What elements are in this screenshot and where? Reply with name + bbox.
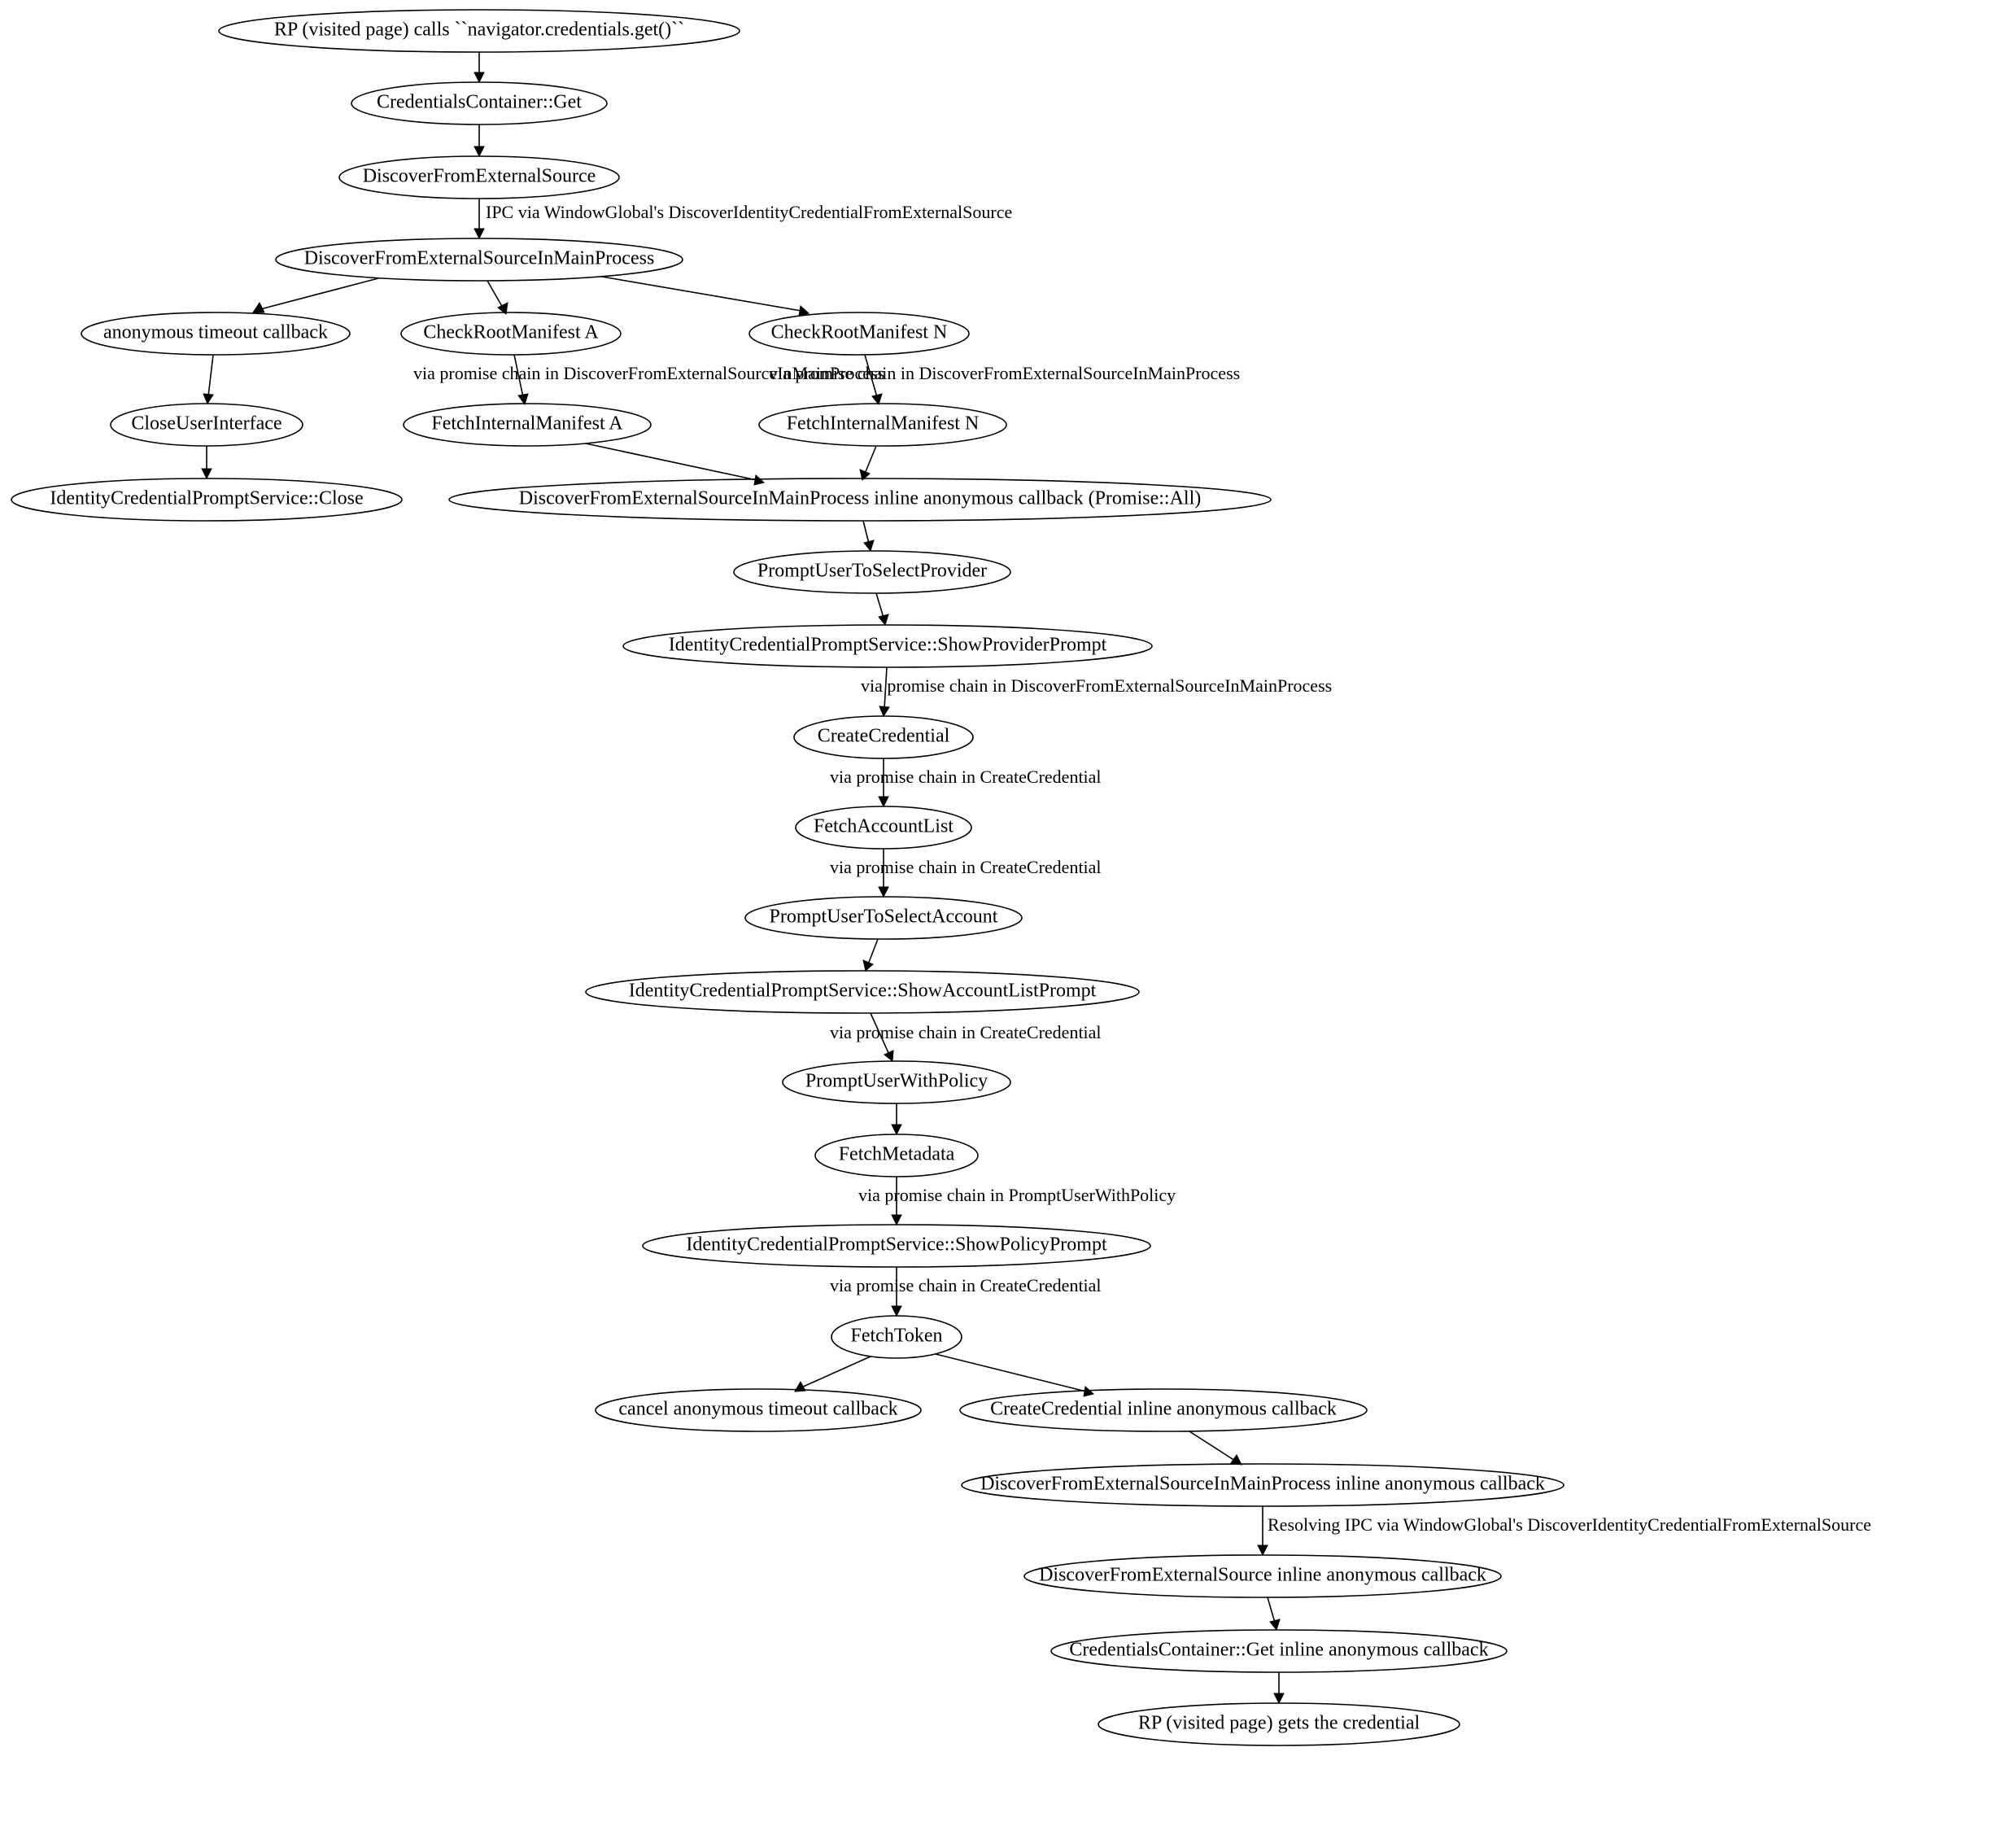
diagram-node: DiscoverFromExternalSourceInMainProcess xyxy=(276,238,683,281)
diagram-node: FetchAccountList xyxy=(796,806,971,849)
node-label: RP (visited page) calls ``navigator.cred… xyxy=(274,20,684,41)
edge: via promise chain in DiscoverFromExterna… xyxy=(769,355,1240,404)
diagram-node: FetchInternalManifest N xyxy=(759,404,1006,446)
edge xyxy=(203,355,213,404)
diagram-node: DiscoverFromExternalSourceInMainProcess … xyxy=(449,478,1271,521)
diagram-node: CloseUserInterface xyxy=(111,404,303,446)
edge xyxy=(863,521,874,551)
edge: IPC via WindowGlobal's DiscoverIdentityC… xyxy=(474,199,1012,238)
diagram-node: RP (visited page) gets the credential xyxy=(1098,1703,1460,1745)
edge-label: IPC via WindowGlobal's DiscoverIdentityC… xyxy=(486,202,1012,222)
node-label: IdentityCredentialPromptService::ShowPro… xyxy=(669,635,1107,656)
diagram-node: FetchInternalManifest A xyxy=(404,404,651,446)
diagram-node: cancel anonymous timeout callback xyxy=(596,1389,921,1431)
edge xyxy=(487,281,508,314)
edge xyxy=(474,125,484,156)
node-label: PromptUserWithPolicy xyxy=(805,1071,988,1092)
edge xyxy=(863,939,878,971)
node-label: CheckRootManifest N xyxy=(771,322,948,343)
diagram-node: CredentialsContainer::Get xyxy=(351,82,607,125)
diagram-node: CredentialsContainer::Get inline anonymo… xyxy=(1051,1630,1507,1672)
node-label: cancel anonymous timeout callback xyxy=(618,1399,897,1420)
edge xyxy=(1189,1431,1242,1465)
node-label: FetchToken xyxy=(851,1326,943,1347)
diagram-node: CreateCredential inline anonymous callba… xyxy=(960,1389,1367,1431)
edge-label: Resolving IPC via WindowGlobal's Discove… xyxy=(1268,1514,1871,1535)
node-label: DiscoverFromExternalSource xyxy=(363,166,596,187)
diagram-node: RP (visited page) calls ``navigator.cred… xyxy=(219,10,740,52)
node-label: PromptUserToSelectAccount xyxy=(770,907,998,928)
node-label: FetchInternalManifest N xyxy=(787,413,980,435)
edge: via promise chain in CreateCredential xyxy=(830,1013,1102,1061)
diagram-node: DiscoverFromExternalSource xyxy=(339,156,619,199)
diagram-node: anonymous timeout callback xyxy=(81,312,350,355)
node-label: IdentityCredentialPromptService::Close xyxy=(50,488,363,509)
node-label: FetchAccountList xyxy=(814,816,954,837)
diagram-node: IdentityCredentialPromptService::ShowAcc… xyxy=(586,971,1139,1013)
edge-label: via promise chain in DiscoverFromExterna… xyxy=(769,363,1240,383)
edge-label: via promise chain in DiscoverFromExterna… xyxy=(861,675,1332,696)
edge xyxy=(253,278,378,312)
edge-label: via promise chain in CreateCredential xyxy=(830,767,1102,787)
edge-label: via promise chain in PromptUserWithPolic… xyxy=(858,1185,1176,1205)
edge: via promise chain in DiscoverFromExterna… xyxy=(861,667,1332,716)
diagram-node: IdentityCredentialPromptService::Close xyxy=(11,478,402,521)
edge: via promise chain in PromptUserWithPolic… xyxy=(858,1177,1176,1225)
edge: via promise chain in CreateCredential xyxy=(830,849,1102,897)
edge xyxy=(202,446,212,478)
diagram-node: PromptUserToSelectProvider xyxy=(734,551,1010,593)
edge xyxy=(1268,1597,1280,1630)
edge xyxy=(602,277,809,316)
edge-label: via promise chain in CreateCredential xyxy=(830,1275,1102,1295)
node-label: CreateCredential inline anonymous callba… xyxy=(990,1399,1337,1420)
node-label: DiscoverFromExternalSourceInMainProcess xyxy=(304,248,655,269)
diagram-node: FetchMetadata xyxy=(815,1134,978,1177)
diagram-node: DiscoverFromExternalSourceInMainProcess … xyxy=(962,1464,1564,1506)
diagram-node: CreateCredential xyxy=(794,716,973,758)
edge xyxy=(474,52,484,82)
diagram-node: CheckRootManifest A xyxy=(401,312,621,355)
edge xyxy=(936,1354,1093,1396)
node-label: CredentialsContainer::Get xyxy=(377,92,582,113)
edge: Resolving IPC via WindowGlobal's Discove… xyxy=(1258,1506,1871,1555)
node-label: RP (visited page) gets the credential xyxy=(1138,1713,1420,1734)
edge-label: via promise chain in CreateCredential xyxy=(830,857,1102,877)
node-label: CredentialsContainer::Get inline anonymo… xyxy=(1069,1640,1488,1661)
node-label: CheckRootManifest A xyxy=(423,322,599,343)
node-label: DiscoverFromExternalSourceInMainProcess … xyxy=(980,1474,1545,1495)
node-label: IdentityCredentialPromptService::ShowAcc… xyxy=(629,981,1097,1002)
node-label: IdentityCredentialPromptService::ShowPol… xyxy=(686,1234,1107,1256)
edge: via promise chain in CreateCredential xyxy=(830,1267,1102,1316)
node-label: anonymous timeout callback xyxy=(103,322,328,343)
edge xyxy=(892,1103,901,1134)
diagram-node: IdentityCredentialPromptService::ShowPro… xyxy=(623,625,1152,667)
node-label: FetchMetadata xyxy=(839,1144,955,1165)
diagram-node: DiscoverFromExternalSource inline anonym… xyxy=(1024,1555,1501,1597)
node-label: DiscoverFromExternalSourceInMainProcess … xyxy=(519,488,1201,509)
diagram-node: IdentityCredentialPromptService::ShowPol… xyxy=(643,1225,1150,1267)
diagram-node: PromptUserWithPolicy xyxy=(783,1061,1010,1103)
edge xyxy=(1274,1672,1284,1703)
edge xyxy=(876,593,888,625)
edge xyxy=(860,446,876,480)
diagram-node: FetchToken xyxy=(831,1316,962,1358)
diagram-node: CheckRootManifest N xyxy=(749,312,969,355)
node-label: PromptUserToSelectProvider xyxy=(757,561,987,582)
node-label: DiscoverFromExternalSource inline anonym… xyxy=(1039,1565,1486,1586)
edge-label: via promise chain in CreateCredential xyxy=(830,1022,1102,1042)
node-label: CloseUserInterface xyxy=(131,413,281,435)
edge: via promise chain in CreateCredential xyxy=(830,758,1102,806)
diagram-node: PromptUserToSelectAccount xyxy=(745,897,1022,939)
node-label: FetchInternalManifest A xyxy=(431,413,623,435)
edge xyxy=(795,1357,871,1391)
node-label: CreateCredential xyxy=(818,726,950,747)
